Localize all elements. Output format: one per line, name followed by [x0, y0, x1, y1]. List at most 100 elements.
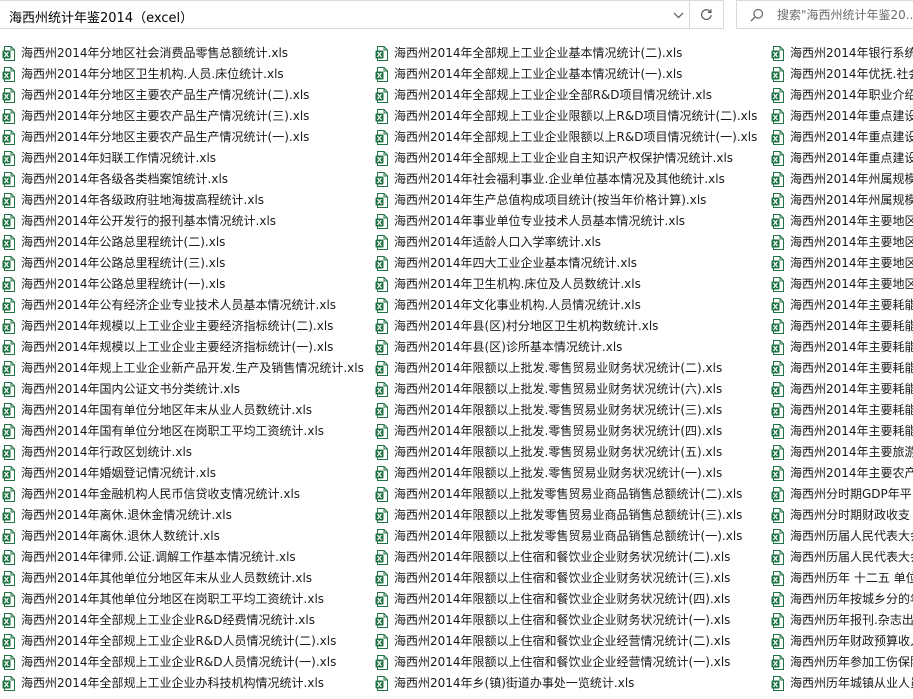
file-item[interactable]: X 海西州2014年优抚.社会: [768, 64, 913, 85]
file-item[interactable]: X 海西州2014年全部规上工业企业基本情况统计(一).xls: [372, 64, 768, 85]
file-item[interactable]: X 海西州2014年事业单位专业技术人员基本情况统计.xls: [372, 211, 768, 232]
file-item[interactable]: X 海西州历年城镇从业人员: [768, 673, 913, 694]
file-item[interactable]: X 海西州2014年主要地区: [768, 274, 913, 295]
file-item[interactable]: X 海西州2014年全部规上工业企业限额以上R&D项目情况统计(二).xls: [372, 106, 768, 127]
file-item[interactable]: X 海西州2014年全部规上工业企业限额以上R&D项目情况统计(一).xls: [372, 127, 768, 148]
file-item[interactable]: X 海西州2014年全部规上工业企业R&D经费情况统计.xls: [0, 610, 372, 631]
file-item[interactable]: X 海西州2014年限额以上批发零售贸易业商品销售总额统计(三).xls: [372, 505, 768, 526]
file-item[interactable]: X 海西州2014年州属规模: [768, 169, 913, 190]
file-item[interactable]: X 海西州2014年离休.退休人数统计.xls: [0, 526, 372, 547]
file-item[interactable]: X 海西州2014年国有单位分地区在岗职工平均工资统计.xls: [0, 421, 372, 442]
file-item[interactable]: X 海西州历届人民代表大会: [768, 526, 913, 547]
file-item[interactable]: X 海西州2014年分地区主要农产品生产情况统计(二).xls: [0, 85, 372, 106]
file-item[interactable]: X 海西州2014年重点建设: [768, 148, 913, 169]
file-item[interactable]: X 海西州2014年各级政府驻地海拔高程统计.xls: [0, 190, 372, 211]
excel-file-icon: X: [2, 172, 15, 187]
file-item[interactable]: X 海西州2014年文化事业机构.人员情况统计.xls: [372, 295, 768, 316]
file-item[interactable]: X 海西州2014年其他单位分地区在岗职工平均工资统计.xls: [0, 589, 372, 610]
file-item[interactable]: X 海西州2014年四大工业企业基本情况统计.xls: [372, 253, 768, 274]
file-item[interactable]: X 海西州2014年其他单位分地区年末从业人员数统计.xls: [0, 568, 372, 589]
file-item[interactable]: X 海西州2014年全部规上工业企业办科技机构情况统计.xls: [0, 673, 372, 694]
file-item[interactable]: X 海西州2014年各级各类档案馆统计.xls: [0, 169, 372, 190]
file-item[interactable]: X 海西州2014年限额以上批发.零售贸易业财务状况统计(三).xls: [372, 400, 768, 421]
address-bar[interactable]: 海西州统计年鉴2014（excel）: [0, 0, 690, 29]
file-item[interactable]: X 海西州2014年乡(镇)街道办事处一览统计.xls: [372, 673, 768, 694]
file-item[interactable]: X 海西州2014年州属规模: [768, 190, 913, 211]
file-item[interactable]: X 海西州2014年主要耗能: [768, 358, 913, 379]
file-item[interactable]: X 海西州2014年生产总值构成项目统计(按当年价格计算).xls: [372, 190, 768, 211]
file-item[interactable]: X 海西州2014年婚姻登记情况统计.xls: [0, 463, 372, 484]
file-item[interactable]: X 海西州2014年国内公证文书分类统计.xls: [0, 379, 372, 400]
file-item[interactable]: X 海西州2014年限额以上批发.零售贸易业财务状况统计(五).xls: [372, 442, 768, 463]
file-item[interactable]: X 海西州2014年主要农产: [768, 463, 913, 484]
file-item[interactable]: X 海西州2014年限额以上批发.零售贸易业财务状况统计(四).xls: [372, 421, 768, 442]
file-item[interactable]: X 海西州2014年行政区划统计.xls: [0, 442, 372, 463]
file-item[interactable]: X 海西州2014年重点建设: [768, 127, 913, 148]
file-item[interactable]: X 海西州分时期GDP年平: [768, 484, 913, 505]
file-item[interactable]: X 海西州2014年离休.退休金情况统计.xls: [0, 505, 372, 526]
file-item[interactable]: X 海西州分时期财政收支: [768, 505, 913, 526]
file-item[interactable]: X 海西州2014年县(区)诊所基本情况统计.xls: [372, 337, 768, 358]
file-item[interactable]: X 海西州2014年公路总里程统计(三).xls: [0, 253, 372, 274]
file-item[interactable]: X 海西州历届人民代表大会: [768, 547, 913, 568]
file-item[interactable]: X 海西州历年财政预算收入: [768, 631, 913, 652]
file-item[interactable]: X 海西州2014年主要耗能: [768, 379, 913, 400]
file-item[interactable]: X 海西州2014年金融机构人民币信贷收支情况统计.xls: [0, 484, 372, 505]
file-item[interactable]: X 海西州2014年社会福利事业.企业单位基本情况及其他统计.xls: [372, 169, 768, 190]
address-dropdown-button[interactable]: [666, 1, 690, 30]
file-item[interactable]: X 海西州2014年全部规上工业企业自主知识产权保护情况统计.xls: [372, 148, 768, 169]
file-item[interactable]: X 海西州历年报刊.杂志出: [768, 610, 913, 631]
file-item[interactable]: X 海西州2014年限额以上住宿和餐饮业企业经营情况统计(一).xls: [372, 652, 768, 673]
file-item[interactable]: X 海西州2014年国有单位分地区年末从业人员数统计.xls: [0, 400, 372, 421]
file-item[interactable]: X 海西州2014年限额以上住宿和餐饮业企业财务状况统计(四).xls: [372, 589, 768, 610]
file-item[interactable]: X 海西州2014年限额以上批发.零售贸易业财务状况统计(六).xls: [372, 379, 768, 400]
file-item[interactable]: X 海西州2014年限额以上住宿和餐饮业企业财务状况统计(二).xls: [372, 547, 768, 568]
file-item[interactable]: X 海西州历年参加工伤保险: [768, 652, 913, 673]
file-item[interactable]: X 海西州历年按城乡分的年: [768, 589, 913, 610]
file-item[interactable]: X 海西州2014年分地区卫生机构.人员.床位统计.xls: [0, 64, 372, 85]
file-item[interactable]: X 海西州2014年分地区主要农产品生产情况统计(一).xls: [0, 127, 372, 148]
file-item[interactable]: X 海西州2014年限额以上住宿和餐饮业企业经营情况统计(二).xls: [372, 631, 768, 652]
file-item[interactable]: X 海西州2014年主要耗能: [768, 400, 913, 421]
file-item[interactable]: X 海西州2014年银行系统: [768, 43, 913, 64]
file-item[interactable]: X 海西州历年 十二五 单位: [768, 568, 913, 589]
file-item[interactable]: X 海西州2014年妇联工作情况统计.xls: [0, 148, 372, 169]
file-item[interactable]: X 海西州2014年限额以上批发零售贸易业商品销售总额统计(二).xls: [372, 484, 768, 505]
file-item[interactable]: X 海西州2014年主要地区: [768, 232, 913, 253]
file-item[interactable]: X 海西州2014年全部规上工业企业全部R&D项目情况统计.xls: [372, 85, 768, 106]
file-item[interactable]: X 海西州2014年主要耗能: [768, 421, 913, 442]
file-item[interactable]: X 海西州2014年全部规上工业企业R&D人员情况统计(一).xls: [0, 652, 372, 673]
file-item[interactable]: X 海西州2014年律师.公证.调解工作基本情况统计.xls: [0, 547, 372, 568]
refresh-button[interactable]: [690, 0, 724, 29]
file-item[interactable]: X 海西州2014年限额以上批发零售贸易业商品销售总额统计(一).xls: [372, 526, 768, 547]
file-item[interactable]: X 海西州2014年县(区)村分地区卫生机构数统计.xls: [372, 316, 768, 337]
file-item[interactable]: X 海西州2014年主要耗能: [768, 295, 913, 316]
file-item[interactable]: X 海西州2014年限额以上住宿和餐饮业企业财务状况统计(三).xls: [372, 568, 768, 589]
file-item[interactable]: X 海西州2014年主要旅游: [768, 442, 913, 463]
file-item[interactable]: X 海西州2014年规模以上工业企业主要经济指标统计(一).xls: [0, 337, 372, 358]
file-item[interactable]: X 海西州2014年公路总里程统计(一).xls: [0, 274, 372, 295]
file-item[interactable]: X 海西州2014年主要耗能: [768, 316, 913, 337]
file-item[interactable]: X 海西州2014年限额以上批发.零售贸易业财务状况统计(一).xls: [372, 463, 768, 484]
file-item[interactable]: X 海西州2014年分地区主要农产品生产情况统计(三).xls: [0, 106, 372, 127]
search-box[interactable]: [736, 0, 913, 29]
file-item[interactable]: X 海西州2014年全部规上工业企业基本情况统计(二).xls: [372, 43, 768, 64]
file-item[interactable]: X 海西州2014年公开发行的报刊基本情况统计.xls: [0, 211, 372, 232]
file-item[interactable]: X 海西州2014年主要耗能: [768, 337, 913, 358]
file-item[interactable]: X 海西州2014年主要地区: [768, 211, 913, 232]
search-input[interactable]: [777, 1, 913, 28]
file-item[interactable]: X 海西州2014年职业介绍: [768, 85, 913, 106]
file-item[interactable]: X 海西州2014年规上工业企业新产品开发.生产及销售情况统计.xls: [0, 358, 372, 379]
file-item[interactable]: X 海西州2014年主要地区: [768, 253, 913, 274]
file-item[interactable]: X 海西州2014年限额以上住宿和餐饮业企业财务状况统计(一).xls: [372, 610, 768, 631]
file-item[interactable]: X 海西州2014年公路总里程统计(二).xls: [0, 232, 372, 253]
file-item[interactable]: X 海西州2014年公有经济企业专业技术人员基本情况统计.xls: [0, 295, 372, 316]
file-item[interactable]: X 海西州2014年全部规上工业企业R&D人员情况统计(二).xls: [0, 631, 372, 652]
file-item[interactable]: X 海西州2014年限额以上批发.零售贸易业财务状况统计(二).xls: [372, 358, 768, 379]
file-item[interactable]: X 海西州2014年分地区社会消费品零售总额统计.xls: [0, 43, 372, 64]
file-item[interactable]: X 海西州2014年卫生机构.床位及人员数统计.xls: [372, 274, 768, 295]
address-path[interactable]: 海西州统计年鉴2014（excel）: [9, 7, 193, 26]
file-item[interactable]: X 海西州2014年重点建设: [768, 106, 913, 127]
file-item[interactable]: X 海西州2014年适龄人口入学率统计.xls: [372, 232, 768, 253]
file-item[interactable]: X 海西州2014年规模以上工业企业主要经济指标统计(二).xls: [0, 316, 372, 337]
